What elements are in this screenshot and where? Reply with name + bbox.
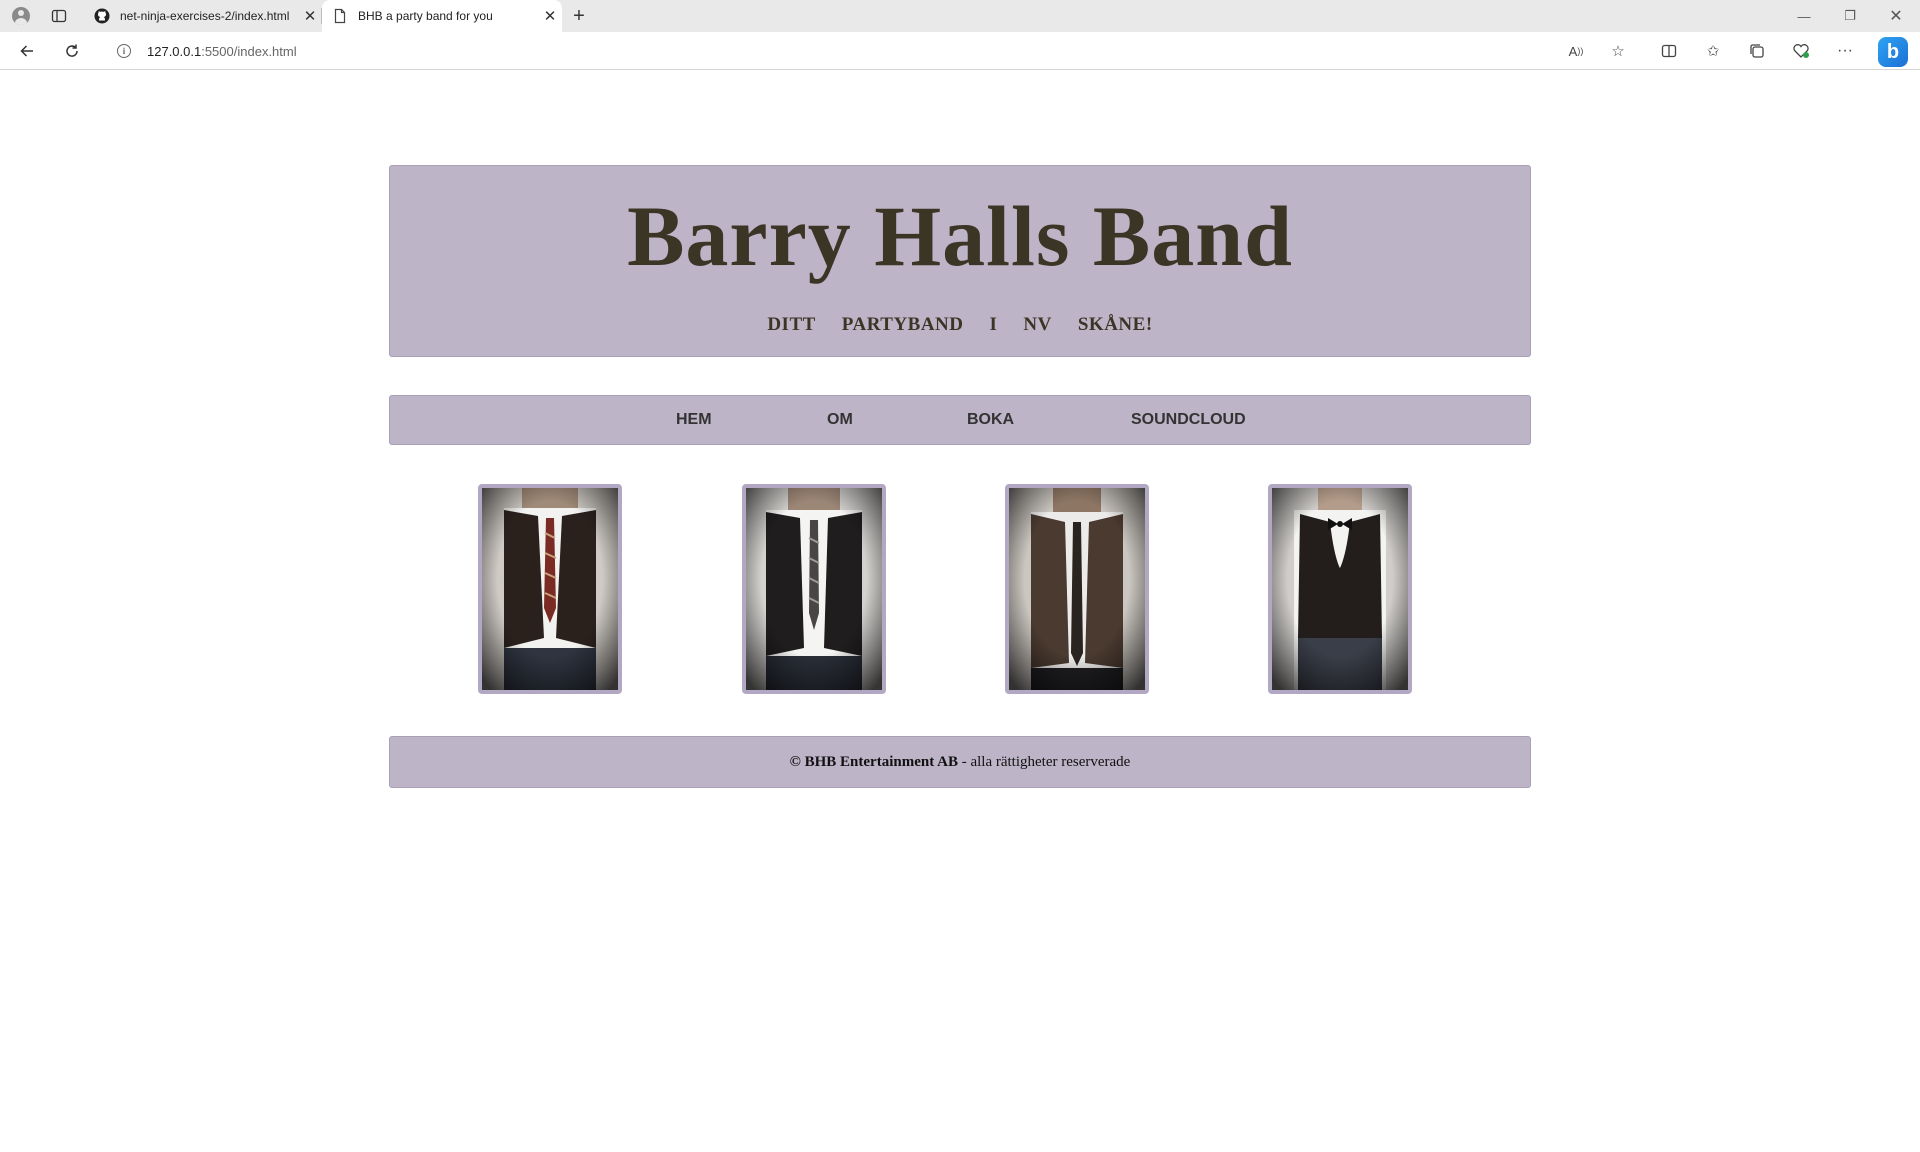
tagline-word: NV [1023, 314, 1052, 335]
tab-title: net-ninja-exercises-2/index.html [120, 9, 290, 23]
tab-bhb[interactable]: BHB a party band for you ✕ [322, 0, 562, 32]
nav-link-om[interactable]: OM [827, 396, 853, 444]
new-tab-button[interactable]: + [566, 3, 592, 29]
toolbar: i 127.0.0.1:5500/index.html A)) ☆ ✩ ··· … [0, 32, 1920, 70]
tab-strip: net-ninja-exercises-2/index.html ✕ BHB a… [0, 0, 1920, 32]
nav-link-hem[interactable]: HEM [676, 396, 712, 444]
band-member-photo [1268, 484, 1412, 694]
nav-link-boka[interactable]: BOKA [967, 396, 1014, 444]
close-tab-icon[interactable]: ✕ [298, 7, 322, 25]
github-icon [94, 8, 110, 24]
minimize-icon[interactable]: — [1781, 0, 1827, 32]
more-options-icon[interactable]: ··· [1832, 38, 1858, 64]
profile-icon[interactable] [8, 3, 34, 29]
back-icon[interactable] [12, 37, 42, 65]
reload-icon[interactable] [57, 37, 87, 65]
favorite-star-icon[interactable]: ☆ [1605, 38, 1631, 64]
address-bar[interactable]: i 127.0.0.1:5500/index.html [103, 37, 1623, 65]
site-title: Barry Halls Band [627, 188, 1293, 284]
tagline: DITT PARTYBAND I NV SKÅNE! [390, 314, 1530, 336]
browser-essentials-icon[interactable] [1788, 38, 1814, 64]
tagline-word: SKÅNE! [1077, 314, 1153, 335]
close-tab-icon[interactable]: ✕ [538, 7, 562, 25]
footer-company: © BHB Entertainment AB [789, 754, 958, 770]
band-member-photo [478, 484, 622, 694]
footer-rights: - alla rättigheter reserverade [957, 754, 1131, 770]
page-icon [334, 8, 346, 24]
favorites-icon[interactable]: ✩ [1700, 38, 1726, 64]
bing-copilot-icon[interactable]: b [1878, 37, 1908, 67]
nav-link-soundcloud[interactable]: SOUNDCLOUD [1131, 396, 1246, 444]
site-footer: © BHB Entertainment AB - alla rättighete… [389, 736, 1531, 788]
tagline-word: PARTYBAND [841, 314, 964, 335]
site-header: Barry Halls Band DITT PARTYBAND I NV SKÅ… [389, 165, 1531, 357]
site-info-icon[interactable]: i [117, 44, 131, 58]
band-member-photo [1005, 484, 1149, 694]
tab-title: BHB a party band for you [358, 9, 493, 23]
tagline-word: DITT [767, 314, 816, 335]
tagline-word: I [989, 314, 998, 335]
tab-actions-icon[interactable] [46, 3, 72, 29]
band-member-photo [742, 484, 886, 694]
url-text: 127.0.0.1:5500/index.html [147, 43, 297, 59]
split-screen-icon[interactable] [1656, 38, 1682, 64]
restore-icon[interactable]: ❐ [1827, 0, 1873, 32]
tab-github[interactable]: net-ninja-exercises-2/index.html ✕ [84, 0, 322, 32]
collections-icon[interactable] [1744, 38, 1770, 64]
read-aloud-icon[interactable]: A)) [1563, 38, 1589, 64]
close-window-icon[interactable]: ✕ [1873, 0, 1919, 32]
main-nav: HEM OM BOKA SOUNDCLOUD [389, 395, 1531, 445]
